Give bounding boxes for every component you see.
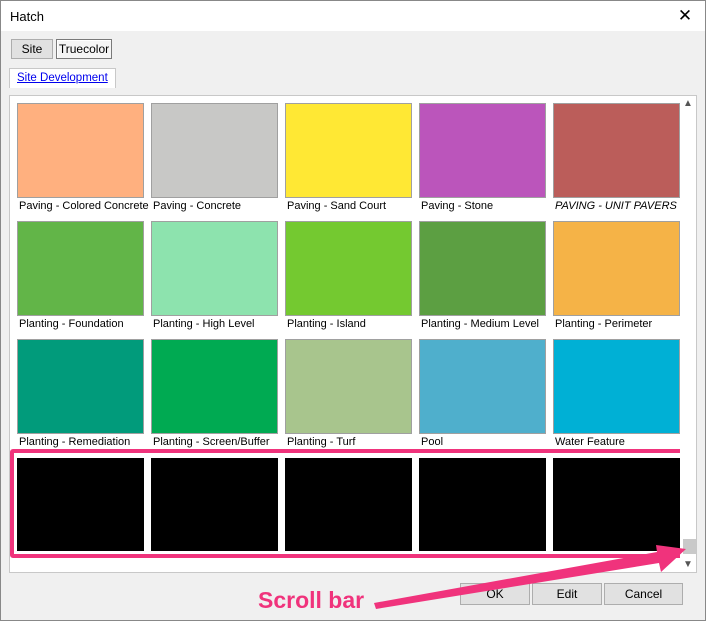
hatch-label: PAVING - UNIT PAVERS xyxy=(555,200,677,212)
hatch-swatch[interactable] xyxy=(553,221,680,316)
hatch-tile[interactable]: Planting - Screen/Buffer xyxy=(151,339,278,455)
hatch-swatch[interactable] xyxy=(285,103,412,198)
empty-hatch-swatch[interactable] xyxy=(553,458,680,551)
cancel-button[interactable]: Cancel xyxy=(604,583,683,605)
tab-truecolor[interactable]: Truecolor xyxy=(56,39,112,59)
hatch-swatch[interactable] xyxy=(151,221,278,316)
empty-hatch-swatch[interactable] xyxy=(17,458,144,551)
hatch-label: Water Feature xyxy=(555,436,625,448)
vertical-scrollbar[interactable] xyxy=(680,96,696,572)
hatch-label: Paving - Colored Concrete xyxy=(19,200,149,212)
hatch-label: Planting - Turf xyxy=(287,436,356,448)
hatch-tile[interactable]: Water Feature xyxy=(553,339,680,455)
hatch-swatch[interactable] xyxy=(17,339,144,434)
hatch-label: Planting - Medium Level xyxy=(421,318,540,330)
hatch-swatch[interactable] xyxy=(419,221,546,316)
window-title: Hatch xyxy=(10,9,44,24)
hatch-swatch[interactable] xyxy=(419,103,546,198)
hatch-tile[interactable]: Pool xyxy=(419,339,546,455)
hatch-tile[interactable]: Paving - Stone xyxy=(419,103,546,219)
hatch-tile[interactable]: Paving - Concrete xyxy=(151,103,278,219)
hatch-swatch[interactable] xyxy=(151,339,278,434)
hatch-label: Paving - Sand Court xyxy=(287,200,387,212)
scroll-thumb[interactable] xyxy=(683,539,696,554)
hatch-tile[interactable]: Paving - Sand Court xyxy=(285,103,412,219)
hatch-tile[interactable]: Planting - Foundation xyxy=(17,221,144,337)
tab-site[interactable]: Site xyxy=(11,39,53,59)
hatch-label: Planting - Foundation xyxy=(19,318,124,330)
hatch-swatch[interactable] xyxy=(285,221,412,316)
hatch-label: Paving - Concrete xyxy=(153,200,242,212)
hatch-swatch[interactable] xyxy=(285,339,412,434)
hatch-label: Paving - Stone xyxy=(421,200,494,212)
tab-site-label: Site xyxy=(21,42,43,56)
tab-truecolor-label: Truecolor xyxy=(58,42,110,56)
site-development-link[interactable]: Site Development xyxy=(17,72,108,84)
empty-hatch-swatch[interactable] xyxy=(285,458,412,551)
hatch-swatch[interactable] xyxy=(17,221,144,316)
hatch-swatch[interactable] xyxy=(17,103,144,198)
close-icon[interactable]: ✕ xyxy=(671,4,699,28)
hatch-swatch[interactable] xyxy=(553,339,680,434)
title-bar: Hatch ✕ xyxy=(1,1,705,31)
scroll-down-icon[interactable]: ▼ xyxy=(680,557,696,571)
hatch-label: Planting - Perimeter xyxy=(555,318,653,330)
hatch-label: Planting - Remediation xyxy=(19,436,131,448)
hatch-tile[interactable]: Planting - Medium Level xyxy=(419,221,546,337)
hatch-tile[interactable]: Planting - Remediation xyxy=(17,339,144,455)
edit-button-label: Edit xyxy=(556,587,578,601)
cancel-button-label: Cancel xyxy=(624,587,663,601)
hatch-swatch[interactable] xyxy=(553,103,680,198)
hatch-tile[interactable]: Planting - Perimeter xyxy=(553,221,680,337)
hatch-tile[interactable]: Planting - High Level xyxy=(151,221,278,337)
annotation-label: Scroll bar xyxy=(258,587,365,613)
hatch-tile[interactable]: Paving - Colored Concrete xyxy=(17,103,149,219)
hatch-swatch[interactable] xyxy=(151,103,278,198)
hatch-label: Planting - Screen/Buffer xyxy=(153,436,270,448)
hatch-tile[interactable]: PAVING - UNIT PAVERS xyxy=(553,103,680,219)
scroll-up-icon[interactable]: ▲ xyxy=(680,96,696,110)
edit-button[interactable]: Edit xyxy=(532,583,602,605)
ok-button-label: OK xyxy=(486,587,504,601)
site-development-tab[interactable]: Site Development xyxy=(9,68,116,88)
empty-hatch-swatch[interactable] xyxy=(151,458,278,551)
hatch-tile[interactable]: Planting - Turf xyxy=(285,339,412,455)
hatch-label: Planting - Island xyxy=(287,318,366,330)
hatch-label: Planting - High Level xyxy=(153,318,255,330)
empty-hatch-swatch[interactable] xyxy=(419,458,546,551)
hatch-swatch[interactable] xyxy=(419,339,546,434)
hatch-label: Pool xyxy=(421,436,444,448)
ok-button[interactable]: OK xyxy=(460,583,530,605)
hatch-tile[interactable]: Planting - Island xyxy=(285,221,412,337)
